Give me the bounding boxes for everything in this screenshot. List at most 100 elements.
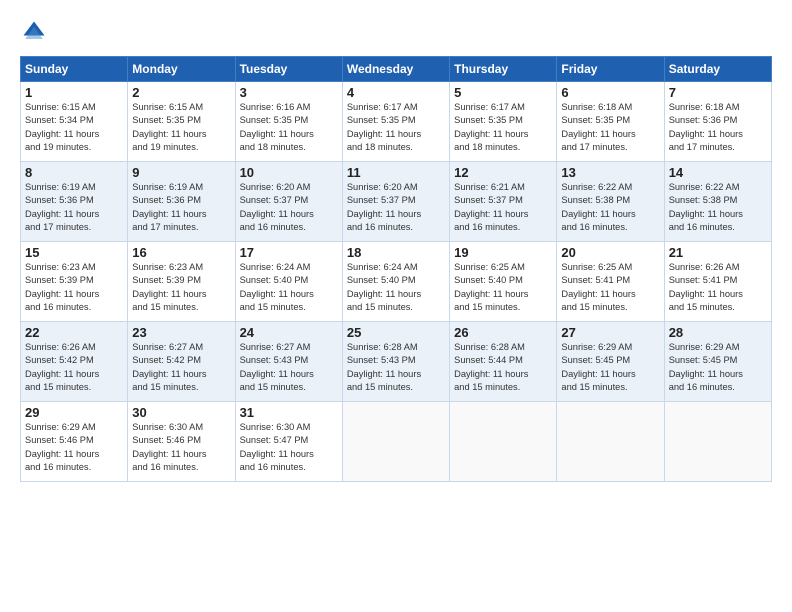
day-number: 24 (240, 325, 338, 340)
header (20, 18, 772, 46)
day-number: 21 (669, 245, 767, 260)
day-number: 5 (454, 85, 552, 100)
day-number: 18 (347, 245, 445, 260)
weekday-header-sunday: Sunday (21, 57, 128, 82)
weekday-header-tuesday: Tuesday (235, 57, 342, 82)
cell-details: Sunrise: 6:24 AM Sunset: 5:40 PM Dayligh… (240, 261, 338, 315)
day-number: 31 (240, 405, 338, 420)
cell-details: Sunrise: 6:26 AM Sunset: 5:42 PM Dayligh… (25, 341, 123, 395)
calendar-cell: 12Sunrise: 6:21 AM Sunset: 5:37 PM Dayli… (450, 162, 557, 242)
day-number: 3 (240, 85, 338, 100)
cell-details: Sunrise: 6:25 AM Sunset: 5:41 PM Dayligh… (561, 261, 659, 315)
cell-details: Sunrise: 6:22 AM Sunset: 5:38 PM Dayligh… (561, 181, 659, 235)
day-number: 7 (669, 85, 767, 100)
cell-details: Sunrise: 6:23 AM Sunset: 5:39 PM Dayligh… (25, 261, 123, 315)
calendar-cell: 27Sunrise: 6:29 AM Sunset: 5:45 PM Dayli… (557, 322, 664, 402)
calendar-cell (664, 402, 771, 482)
weekday-header-friday: Friday (557, 57, 664, 82)
calendar-cell: 28Sunrise: 6:29 AM Sunset: 5:45 PM Dayli… (664, 322, 771, 402)
calendar-cell: 29Sunrise: 6:29 AM Sunset: 5:46 PM Dayli… (21, 402, 128, 482)
cell-details: Sunrise: 6:23 AM Sunset: 5:39 PM Dayligh… (132, 261, 230, 315)
calendar: SundayMondayTuesdayWednesdayThursdayFrid… (20, 56, 772, 482)
calendar-cell: 14Sunrise: 6:22 AM Sunset: 5:38 PM Dayli… (664, 162, 771, 242)
cell-details: Sunrise: 6:30 AM Sunset: 5:47 PM Dayligh… (240, 421, 338, 475)
calendar-cell: 25Sunrise: 6:28 AM Sunset: 5:43 PM Dayli… (342, 322, 449, 402)
cell-details: Sunrise: 6:25 AM Sunset: 5:40 PM Dayligh… (454, 261, 552, 315)
cell-details: Sunrise: 6:21 AM Sunset: 5:37 PM Dayligh… (454, 181, 552, 235)
calendar-cell: 16Sunrise: 6:23 AM Sunset: 5:39 PM Dayli… (128, 242, 235, 322)
calendar-cell: 8Sunrise: 6:19 AM Sunset: 5:36 PM Daylig… (21, 162, 128, 242)
day-number: 14 (669, 165, 767, 180)
calendar-cell: 17Sunrise: 6:24 AM Sunset: 5:40 PM Dayli… (235, 242, 342, 322)
day-number: 30 (132, 405, 230, 420)
calendar-cell: 24Sunrise: 6:27 AM Sunset: 5:43 PM Dayli… (235, 322, 342, 402)
calendar-cell: 20Sunrise: 6:25 AM Sunset: 5:41 PM Dayli… (557, 242, 664, 322)
calendar-cell: 26Sunrise: 6:28 AM Sunset: 5:44 PM Dayli… (450, 322, 557, 402)
day-number: 28 (669, 325, 767, 340)
cell-details: Sunrise: 6:30 AM Sunset: 5:46 PM Dayligh… (132, 421, 230, 475)
day-number: 19 (454, 245, 552, 260)
day-number: 9 (132, 165, 230, 180)
calendar-cell: 9Sunrise: 6:19 AM Sunset: 5:36 PM Daylig… (128, 162, 235, 242)
cell-details: Sunrise: 6:17 AM Sunset: 5:35 PM Dayligh… (454, 101, 552, 155)
day-number: 15 (25, 245, 123, 260)
calendar-cell: 5Sunrise: 6:17 AM Sunset: 5:35 PM Daylig… (450, 82, 557, 162)
cell-details: Sunrise: 6:29 AM Sunset: 5:45 PM Dayligh… (561, 341, 659, 395)
day-number: 2 (132, 85, 230, 100)
cell-details: Sunrise: 6:28 AM Sunset: 5:43 PM Dayligh… (347, 341, 445, 395)
calendar-cell: 21Sunrise: 6:26 AM Sunset: 5:41 PM Dayli… (664, 242, 771, 322)
day-number: 27 (561, 325, 659, 340)
weekday-header-wednesday: Wednesday (342, 57, 449, 82)
cell-details: Sunrise: 6:29 AM Sunset: 5:45 PM Dayligh… (669, 341, 767, 395)
cell-details: Sunrise: 6:26 AM Sunset: 5:41 PM Dayligh… (669, 261, 767, 315)
calendar-cell: 18Sunrise: 6:24 AM Sunset: 5:40 PM Dayli… (342, 242, 449, 322)
day-number: 16 (132, 245, 230, 260)
calendar-cell (450, 402, 557, 482)
day-number: 4 (347, 85, 445, 100)
cell-details: Sunrise: 6:19 AM Sunset: 5:36 PM Dayligh… (132, 181, 230, 235)
calendar-cell: 10Sunrise: 6:20 AM Sunset: 5:37 PM Dayli… (235, 162, 342, 242)
day-number: 22 (25, 325, 123, 340)
cell-details: Sunrise: 6:15 AM Sunset: 5:34 PM Dayligh… (25, 101, 123, 155)
calendar-cell: 7Sunrise: 6:18 AM Sunset: 5:36 PM Daylig… (664, 82, 771, 162)
logo (20, 18, 52, 46)
calendar-cell: 4Sunrise: 6:17 AM Sunset: 5:35 PM Daylig… (342, 82, 449, 162)
cell-details: Sunrise: 6:19 AM Sunset: 5:36 PM Dayligh… (25, 181, 123, 235)
page: SundayMondayTuesdayWednesdayThursdayFrid… (0, 0, 792, 612)
day-number: 12 (454, 165, 552, 180)
calendar-cell: 15Sunrise: 6:23 AM Sunset: 5:39 PM Dayli… (21, 242, 128, 322)
cell-details: Sunrise: 6:16 AM Sunset: 5:35 PM Dayligh… (240, 101, 338, 155)
day-number: 20 (561, 245, 659, 260)
calendar-cell: 19Sunrise: 6:25 AM Sunset: 5:40 PM Dayli… (450, 242, 557, 322)
day-number: 25 (347, 325, 445, 340)
day-number: 29 (25, 405, 123, 420)
calendar-cell: 13Sunrise: 6:22 AM Sunset: 5:38 PM Dayli… (557, 162, 664, 242)
cell-details: Sunrise: 6:24 AM Sunset: 5:40 PM Dayligh… (347, 261, 445, 315)
day-number: 6 (561, 85, 659, 100)
cell-details: Sunrise: 6:27 AM Sunset: 5:42 PM Dayligh… (132, 341, 230, 395)
day-number: 8 (25, 165, 123, 180)
calendar-cell: 31Sunrise: 6:30 AM Sunset: 5:47 PM Dayli… (235, 402, 342, 482)
cell-details: Sunrise: 6:18 AM Sunset: 5:36 PM Dayligh… (669, 101, 767, 155)
day-number: 26 (454, 325, 552, 340)
day-number: 1 (25, 85, 123, 100)
cell-details: Sunrise: 6:27 AM Sunset: 5:43 PM Dayligh… (240, 341, 338, 395)
calendar-cell: 22Sunrise: 6:26 AM Sunset: 5:42 PM Dayli… (21, 322, 128, 402)
cell-details: Sunrise: 6:17 AM Sunset: 5:35 PM Dayligh… (347, 101, 445, 155)
weekday-header-saturday: Saturday (664, 57, 771, 82)
calendar-cell (342, 402, 449, 482)
cell-details: Sunrise: 6:29 AM Sunset: 5:46 PM Dayligh… (25, 421, 123, 475)
calendar-cell: 3Sunrise: 6:16 AM Sunset: 5:35 PM Daylig… (235, 82, 342, 162)
cell-details: Sunrise: 6:15 AM Sunset: 5:35 PM Dayligh… (132, 101, 230, 155)
calendar-cell: 1Sunrise: 6:15 AM Sunset: 5:34 PM Daylig… (21, 82, 128, 162)
calendar-cell: 23Sunrise: 6:27 AM Sunset: 5:42 PM Dayli… (128, 322, 235, 402)
weekday-header-thursday: Thursday (450, 57, 557, 82)
day-number: 10 (240, 165, 338, 180)
calendar-cell: 30Sunrise: 6:30 AM Sunset: 5:46 PM Dayli… (128, 402, 235, 482)
calendar-cell (557, 402, 664, 482)
day-number: 11 (347, 165, 445, 180)
cell-details: Sunrise: 6:22 AM Sunset: 5:38 PM Dayligh… (669, 181, 767, 235)
day-number: 13 (561, 165, 659, 180)
calendar-cell: 6Sunrise: 6:18 AM Sunset: 5:35 PM Daylig… (557, 82, 664, 162)
day-number: 17 (240, 245, 338, 260)
